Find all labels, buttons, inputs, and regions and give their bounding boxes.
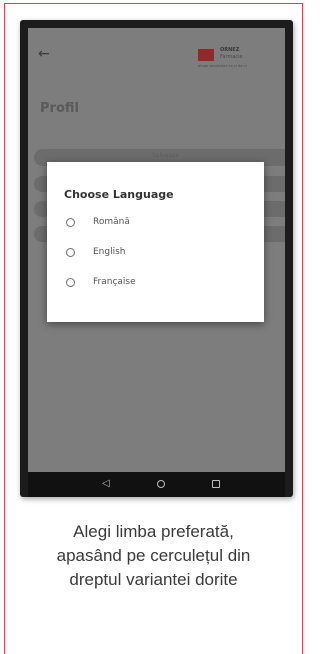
option-label: Française: [93, 277, 136, 287]
logo-text-line2: Farmacie: [220, 54, 243, 60]
page-title: Profil: [40, 101, 79, 116]
dialog-title: Choose Language: [64, 188, 174, 201]
option-label: English: [93, 247, 126, 257]
nav-home-icon[interactable]: [157, 480, 165, 488]
nav-recent-icon[interactable]: [212, 480, 220, 488]
radio-button-icon[interactable]: [66, 248, 75, 257]
radio-button-icon[interactable]: [66, 218, 75, 227]
app-screen: ← ORNEZ Farmacie alege sanatatea ta zi d…: [28, 28, 285, 472]
logo-text-line1: ORNEZ: [220, 47, 240, 53]
android-nav-bar: ◁: [28, 472, 285, 497]
logo-icon: [198, 49, 214, 61]
caption-line: dreptul variantei dorite: [69, 570, 238, 589]
save-button-label: Salveaza: [152, 152, 179, 159]
radio-button-icon[interactable]: [66, 278, 75, 287]
back-arrow-icon[interactable]: ←: [38, 46, 50, 62]
logo-tagline: alege sanatatea ta zi de zi: [198, 64, 247, 68]
option-label: Română: [93, 217, 130, 227]
language-dialog: Choose Language Română English Française: [47, 162, 264, 322]
language-option-romana[interactable]: Română: [66, 216, 246, 232]
phone-frame: ← ORNEZ Farmacie alege sanatatea ta zi d…: [20, 20, 293, 497]
nav-back-icon[interactable]: ◁: [102, 478, 110, 489]
language-option-francaise[interactable]: Française: [66, 276, 246, 292]
app-bar: ← ORNEZ Farmacie alege sanatatea ta zi d…: [28, 28, 285, 88]
caption-line: Alegi limba preferată,: [73, 522, 234, 541]
caption-line: apasând pe cerculețul din: [56, 546, 251, 565]
instruction-caption: Alegi limba preferată, apasând pe cercul…: [0, 520, 307, 592]
language-option-english[interactable]: English: [66, 246, 246, 262]
